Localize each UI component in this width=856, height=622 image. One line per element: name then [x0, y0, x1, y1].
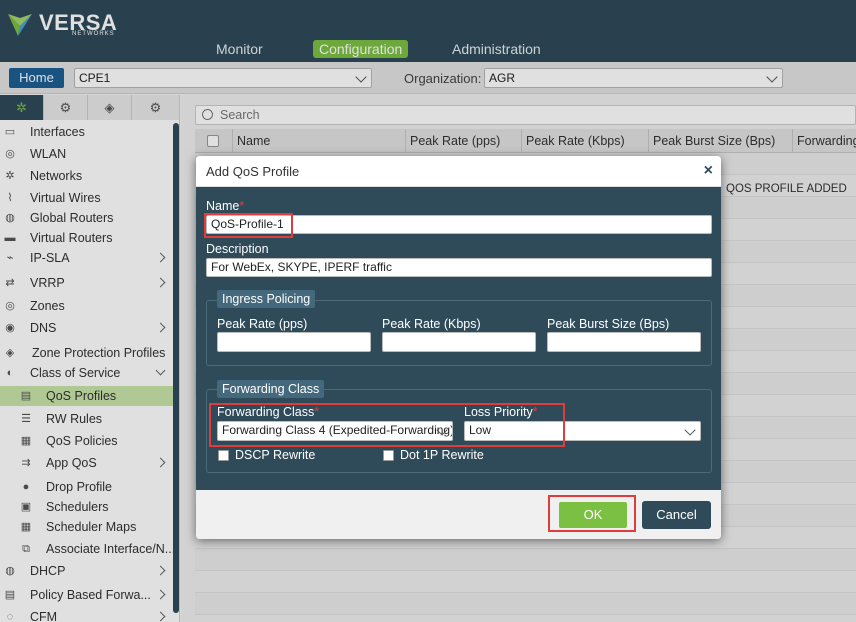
description-label: Description	[206, 242, 269, 256]
dscp-rewrite-label: DSCP Rewrite	[235, 448, 316, 462]
dialog-footer: OK Cancel	[196, 490, 721, 539]
dialog-header: Add QoS Profile ×	[196, 156, 721, 187]
highlight-box	[204, 213, 293, 238]
name-label-text: Name	[206, 199, 240, 213]
peak-burst-field[interactable]	[547, 332, 701, 352]
peak-burst-label: Peak Burst Size (Bps)	[547, 317, 670, 331]
peak-rate-pps-field[interactable]	[217, 332, 371, 352]
highlight-box	[548, 495, 636, 532]
forwarding-legend: Forwarding Class	[217, 380, 325, 398]
highlight-box	[209, 403, 565, 447]
required-marker: *	[239, 199, 245, 213]
cancel-button[interactable]: Cancel	[642, 501, 711, 529]
peak-rate-kbps-field[interactable]	[382, 332, 536, 352]
dialog-title: Add QoS Profile	[206, 164, 300, 179]
dot1p-rewrite-checkbox[interactable]	[383, 450, 394, 461]
chevron-down-icon	[684, 424, 696, 436]
dot1p-rewrite-label: Dot 1P Rewrite	[400, 448, 484, 462]
peak-rate-pps-label: Peak Rate (pps)	[217, 317, 308, 331]
description-field[interactable]: For WebEx, SKYPE, IPERF traffic	[206, 258, 712, 277]
peak-rate-kbps-label: Peak Rate (Kbps)	[382, 317, 481, 331]
ingress-legend: Ingress Policing	[217, 290, 316, 308]
dscp-rewrite-checkbox[interactable]	[218, 450, 229, 461]
close-icon[interactable]: ×	[704, 162, 713, 180]
name-label: Name*	[206, 199, 244, 213]
add-qos-profile-dialog: Add QoS Profile × Name* QoS-Profile-1 De…	[196, 156, 721, 539]
